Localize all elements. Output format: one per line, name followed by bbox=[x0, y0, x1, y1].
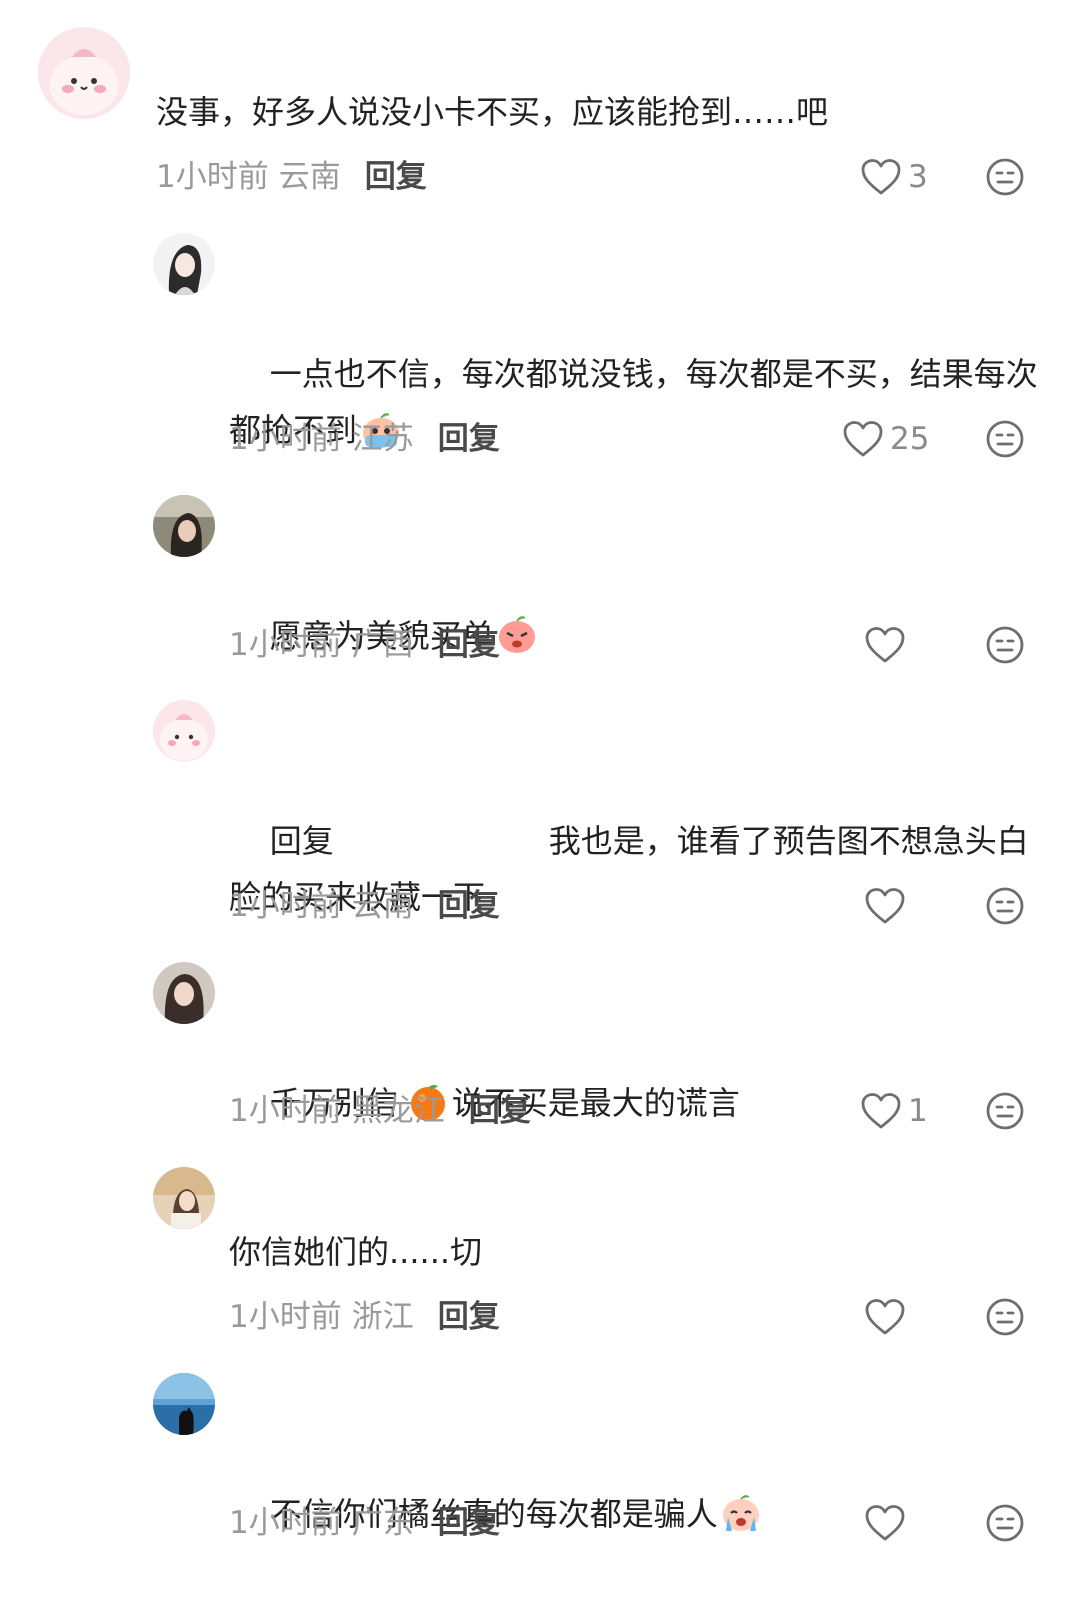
comment-meta: 1小时前 广西 回复 bbox=[229, 623, 500, 667]
comment-text: 你信她们的......切 bbox=[229, 1233, 483, 1271]
reply-button[interactable]: 回复 bbox=[438, 1505, 500, 1541]
neutral-face-icon bbox=[985, 886, 1025, 926]
comment-location: 云南 bbox=[351, 888, 414, 924]
comment-meta: 1小时前 云南 回复 bbox=[229, 884, 500, 928]
avatar[interactable] bbox=[153, 1167, 215, 1229]
like-button[interactable] bbox=[864, 1501, 912, 1545]
dislike-button[interactable] bbox=[985, 625, 1025, 665]
reply-button[interactable]: 回复 bbox=[438, 1299, 500, 1335]
comment-time: 1小时前 bbox=[156, 159, 269, 195]
dislike-button[interactable] bbox=[985, 1091, 1025, 1131]
comment-location: 黑龙江 bbox=[351, 1093, 445, 1129]
avatar[interactable] bbox=[153, 962, 215, 1024]
like-button[interactable] bbox=[864, 884, 912, 928]
like-button[interactable]: 3 bbox=[860, 155, 928, 199]
avatar[interactable] bbox=[153, 233, 215, 295]
angry-peach-emoji bbox=[496, 613, 538, 655]
comment-meta: 1小时前 广东 回复 bbox=[229, 1501, 500, 1545]
reply-prefix: 回复 bbox=[269, 822, 334, 860]
like-count: 1 bbox=[908, 1093, 928, 1129]
neutral-face-icon bbox=[985, 1503, 1025, 1543]
reply-button[interactable]: 回复 bbox=[438, 888, 500, 924]
like-button[interactable]: 25 bbox=[842, 417, 929, 461]
comment-text: 一点也不信，每次都说没钱，每次都是不买，结果每次都抢不到 bbox=[229, 355, 1038, 449]
comment-meta: 1小时前 云南 回复 bbox=[156, 155, 427, 199]
comment-meta: 1小时前 浙江 回复 bbox=[229, 1295, 500, 1339]
dislike-button[interactable] bbox=[985, 886, 1025, 926]
neutral-face-icon bbox=[985, 1297, 1025, 1337]
dislike-button[interactable] bbox=[985, 157, 1025, 197]
comment-location: 广东 bbox=[351, 1505, 414, 1541]
comment-location: 云南 bbox=[278, 159, 341, 195]
neutral-face-icon bbox=[985, 1091, 1025, 1131]
like-count: 25 bbox=[890, 421, 930, 457]
avatar[interactable] bbox=[153, 1373, 215, 1435]
heart-outline-icon bbox=[864, 1298, 906, 1336]
comment-meta: 1小时前 江苏 回复 bbox=[229, 417, 500, 461]
sobbing-face-emoji bbox=[720, 1493, 762, 1533]
comment-time: 1小时前 bbox=[229, 421, 342, 457]
heart-outline-icon bbox=[864, 887, 906, 925]
reply-button[interactable]: 回复 bbox=[365, 159, 427, 195]
like-count: 3 bbox=[908, 159, 928, 195]
comment-time: 1小时前 bbox=[229, 888, 342, 924]
reply-button[interactable]: 回复 bbox=[438, 627, 500, 663]
heart-outline-icon bbox=[842, 420, 884, 458]
dislike-button[interactable] bbox=[985, 1297, 1025, 1337]
dislike-button[interactable] bbox=[985, 419, 1025, 459]
comment-location: 广西 bbox=[351, 627, 414, 663]
avatar[interactable] bbox=[153, 495, 215, 557]
heart-outline-icon bbox=[860, 158, 902, 196]
reply-button[interactable]: 回复 bbox=[469, 1093, 531, 1129]
like-button[interactable]: 1 bbox=[860, 1089, 928, 1133]
reply-button[interactable]: 回复 bbox=[438, 421, 500, 457]
comment-location: 江苏 bbox=[351, 421, 414, 457]
comment-text: 回复 我也是，谁看了预告图不想急头白脸的买来收藏一下 bbox=[229, 822, 1029, 916]
like-button[interactable] bbox=[864, 623, 912, 667]
comment-time: 1小时前 bbox=[229, 1505, 342, 1541]
like-button[interactable] bbox=[864, 1295, 912, 1339]
comment-time: 1小时前 bbox=[229, 1093, 342, 1129]
heart-outline-icon bbox=[860, 1092, 902, 1130]
heart-outline-icon bbox=[864, 1504, 906, 1542]
heart-outline-icon bbox=[864, 626, 906, 664]
avatar[interactable] bbox=[38, 27, 130, 119]
comment-text: 没事，好多人说没小卡不买，应该能抢到……吧 bbox=[156, 93, 829, 131]
neutral-face-icon bbox=[985, 157, 1025, 197]
dislike-button[interactable] bbox=[985, 1503, 1025, 1543]
comment-time: 1小时前 bbox=[229, 1299, 342, 1335]
comment-location: 浙江 bbox=[351, 1299, 414, 1335]
comment-meta: 1小时前 黑龙江 回复 bbox=[229, 1089, 531, 1133]
avatar[interactable] bbox=[153, 700, 215, 762]
neutral-face-icon bbox=[985, 419, 1025, 459]
neutral-face-icon bbox=[985, 625, 1025, 665]
comment-time: 1小时前 bbox=[229, 627, 342, 663]
